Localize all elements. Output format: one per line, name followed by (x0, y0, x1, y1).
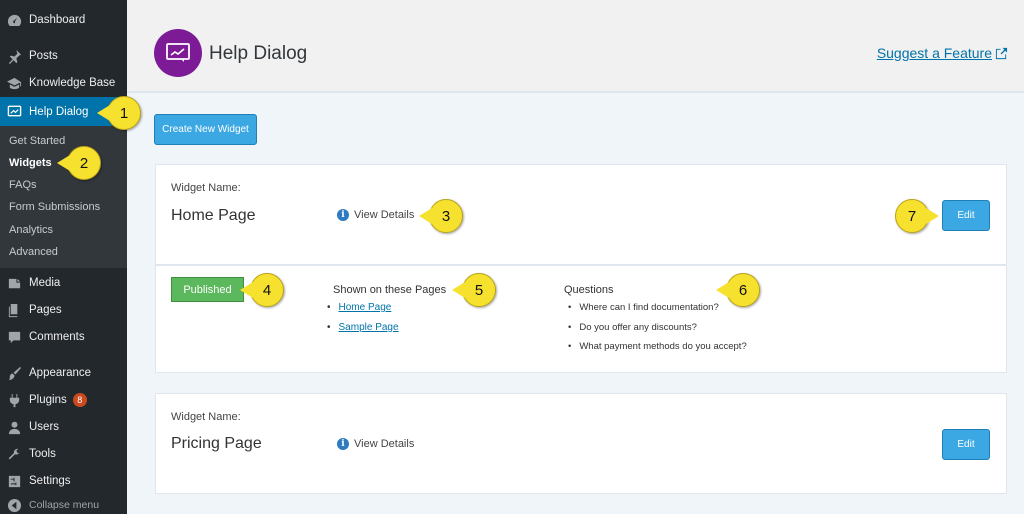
callout-6: 6 (716, 273, 760, 307)
menu-label: Comments (29, 331, 85, 343)
graduation-cap-icon (6, 75, 22, 91)
callout-7: 7 (895, 199, 939, 233)
menu-label: Media (29, 277, 61, 289)
wrench-icon (6, 446, 22, 462)
callout-4: 4 (240, 273, 284, 307)
menu-item-knowledge-base[interactable]: Knowledge Base (0, 70, 127, 96)
callout-2: 2 (57, 146, 101, 180)
info-icon: i (337, 438, 349, 450)
menu-label: Users (29, 421, 60, 433)
widget-name-label: Widget Name: (171, 182, 241, 194)
menu-item-appearance[interactable]: Appearance (0, 360, 127, 386)
callout-5: 5 (452, 273, 496, 307)
menu-item-posts[interactable]: Posts (0, 43, 127, 69)
menu-item-users[interactable]: Users (0, 414, 127, 440)
menu-label: Help Dialog (29, 105, 89, 118)
question-item: What payment methods do you accept? (568, 341, 746, 352)
menu-label: Posts (29, 50, 58, 62)
brush-icon (6, 365, 22, 381)
collapse-icon (6, 497, 22, 513)
status-badge: Published (171, 277, 244, 302)
plugins-update-badge: 8 (72, 393, 87, 407)
submenu-faqs[interactable]: FAQs (9, 179, 37, 191)
help-dialog-logo-icon (154, 29, 202, 77)
questions-title: Questions (564, 284, 614, 296)
settings-icon (6, 473, 22, 489)
user-icon (6, 419, 22, 435)
comment-icon (6, 329, 22, 345)
pages-icon (6, 302, 22, 318)
callout-3: 3 (419, 199, 463, 233)
menu-item-pages[interactable]: Pages (0, 297, 127, 323)
help-dialog-icon (6, 104, 22, 120)
question-item: Where can I find documentation? (568, 302, 718, 313)
menu-item-settings[interactable]: Settings (0, 468, 127, 494)
help-dialog-submenu: Get Started Widgets FAQs Form Submission… (0, 126, 127, 268)
menu-label: Pages (29, 304, 62, 316)
widget-name: Home Page (171, 207, 256, 224)
menu-item-tools[interactable]: Tools (0, 441, 127, 467)
submenu-form-submissions[interactable]: Form Submissions (9, 201, 100, 213)
menu-label: Collapse menu (29, 499, 100, 511)
info-icon: i (337, 209, 349, 221)
submenu-widgets[interactable]: Widgets (9, 157, 52, 169)
page-header: Help Dialog Suggest a Feature (127, 0, 1024, 93)
menu-label: Settings (29, 475, 71, 487)
view-details-link[interactable]: i View Details (337, 438, 414, 450)
menu-item-dashboard[interactable]: Dashboard (0, 7, 127, 33)
create-new-widget-button[interactable]: Create New Widget (154, 114, 257, 145)
callout-1: 1 (97, 96, 141, 130)
suggest-feature-link[interactable]: Suggest a Feature (877, 45, 1008, 61)
shown-pages-title: Shown on these Pages (333, 284, 447, 296)
pin-icon (6, 48, 22, 64)
widget-details-home-page: Published Shown on these Pages Home Page… (155, 265, 1007, 373)
menu-label: Knowledge Base (29, 77, 116, 89)
widget-card-home-page: Widget Name: Home Page i View Details Ed… (155, 164, 1007, 265)
menu-label: Dashboard (29, 14, 86, 26)
dashboard-icon (6, 12, 22, 28)
menu-label: Plugins (29, 394, 67, 406)
external-link-icon (995, 47, 1008, 59)
menu-label: Appearance (29, 367, 92, 379)
widget-card-pricing-page: Widget Name: Pricing Page i View Details… (155, 393, 1007, 494)
edit-button[interactable]: Edit (942, 200, 990, 231)
media-icon (6, 275, 22, 291)
admin-sidebar: Dashboard Posts Knowledge Base Help Dial… (0, 0, 127, 514)
view-details-label: View Details (354, 438, 415, 450)
submenu-analytics[interactable]: Analytics (9, 224, 53, 236)
menu-item-media[interactable]: Media (0, 270, 127, 296)
page-title: Help Dialog (209, 43, 308, 64)
menu-item-comments[interactable]: Comments (0, 324, 127, 350)
suggest-feature-label: Suggest a Feature (876, 45, 992, 61)
edit-button[interactable]: Edit (942, 429, 990, 460)
view-details-label: View Details (354, 209, 415, 221)
widget-name: Pricing Page (171, 435, 262, 452)
widget-name-label: Widget Name: (171, 411, 241, 423)
collapse-menu[interactable]: Collapse menu (0, 495, 127, 514)
submenu-advanced[interactable]: Advanced (9, 246, 58, 258)
menu-item-plugins[interactable]: Plugins 8 (0, 387, 127, 413)
menu-label: Tools (29, 448, 56, 460)
page-link-home[interactable]: Home Page (327, 302, 392, 313)
view-details-link[interactable]: i View Details (337, 209, 414, 221)
question-item: Do you offer any discounts? (568, 322, 697, 333)
submenu-get-started[interactable]: Get Started (9, 135, 65, 147)
plug-icon (6, 392, 22, 408)
page-link-sample[interactable]: Sample Page (327, 322, 399, 333)
